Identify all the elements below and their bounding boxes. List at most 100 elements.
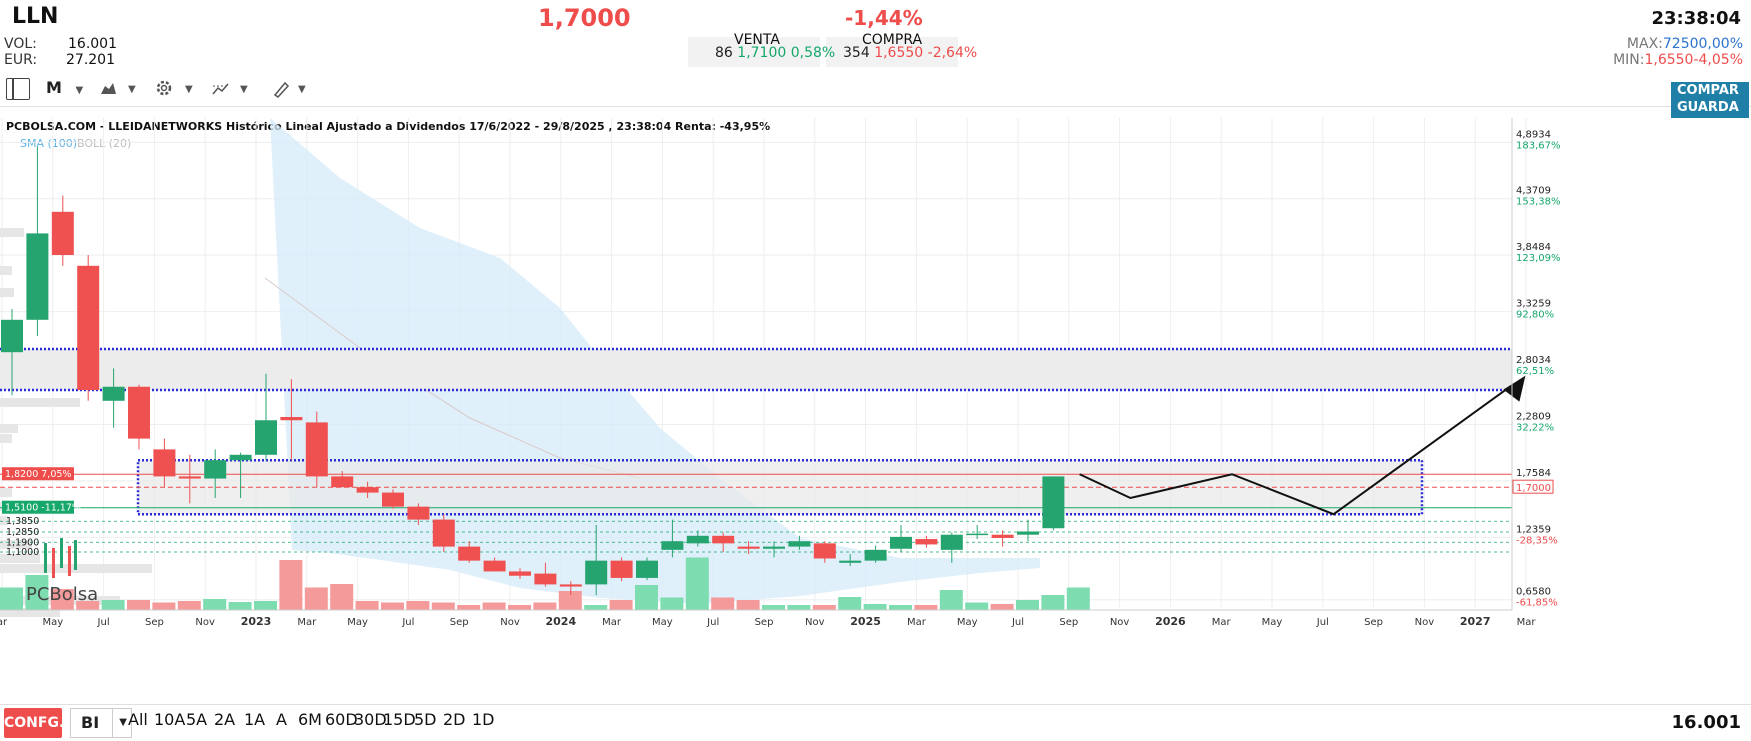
candle-body (229, 454, 252, 461)
volume-bar (127, 600, 150, 610)
y-tick-price: 3,8484 (1516, 242, 1551, 253)
candle-body (788, 541, 811, 547)
volume-bar (508, 605, 531, 610)
range-button-15d[interactable]: 15D (383, 710, 416, 729)
y-tick-price: 3,3259 (1516, 299, 1551, 310)
volume-bar (762, 605, 785, 610)
svg-text:▼: ▼ (185, 84, 193, 95)
candle-body (890, 536, 912, 549)
range-button-a[interactable]: A (276, 710, 287, 729)
volume-bar (939, 590, 963, 610)
range-button-2d[interactable]: 2D (443, 710, 466, 729)
period-value: M (46, 78, 62, 97)
candle-body (966, 533, 989, 536)
range-button-1d[interactable]: 1D (472, 710, 495, 729)
volume-bar (177, 601, 201, 610)
range-button-2a[interactable]: 2A (214, 710, 235, 729)
range-button-5a[interactable]: 5A (186, 710, 207, 729)
y-tick-pct: 153,38% (1516, 197, 1561, 208)
candle-body (356, 487, 379, 493)
volume-bar (533, 602, 557, 610)
bl-value: BI (81, 713, 100, 732)
x-tick-label: May (42, 617, 63, 628)
svg-text:▼: ▼ (128, 84, 136, 95)
price-chart[interactable]: 1,8200 7,05%1,5100 -11,17%1,38501,28501,… (0, 118, 1751, 706)
candle-body (407, 506, 430, 520)
x-tick-label: Sep (1364, 617, 1383, 628)
x-tick-label: 2027 (1460, 615, 1491, 628)
y-tick-price: 1,7584 (1516, 468, 1551, 479)
range-button-5d[interactable]: 5D (414, 710, 437, 729)
range-button-30d[interactable]: 30D (354, 710, 387, 729)
x-tick-label: 2023 (241, 615, 272, 628)
y-tick-pct: 183,67% (1516, 140, 1561, 151)
y-tick-pct: 92,80% (1516, 310, 1554, 321)
pencil-icon: ▼ (273, 81, 306, 98)
candle-body (559, 584, 582, 587)
chart-type-button[interactable]: ▼ (100, 80, 140, 100)
x-tick-label: ar (0, 617, 8, 628)
candle-body (686, 535, 709, 544)
watermark-logo: PCBolsa (26, 584, 98, 605)
candle-body (51, 211, 74, 255)
y-tick-price: 1,2359 (1516, 524, 1551, 535)
range-button-6m[interactable]: 6M (298, 710, 322, 729)
x-tick-label: Sep (755, 617, 774, 628)
range-button-1a[interactable]: 1A (244, 710, 265, 729)
volume-bar (1016, 600, 1039, 610)
min-pct: -4,05% (1693, 52, 1743, 68)
eur-label: EUR: (4, 52, 38, 68)
min-line: MIN:1,6550-4,05% (1613, 52, 1743, 68)
candle-body (305, 422, 328, 477)
indicators-button[interactable]: ▼ (212, 80, 254, 102)
vol-value: 16.001 (68, 36, 117, 52)
volume-bar (279, 560, 303, 610)
volume-bar (965, 602, 989, 610)
bl-select[interactable]: BI ▼ (70, 708, 132, 738)
compra-line: 354 1,6550 -2,64% (843, 45, 977, 61)
x-tick-label: Jul (401, 617, 414, 628)
candle-body (534, 573, 557, 585)
y-tick-price: 0,6580 (1516, 587, 1551, 598)
range-button-10a[interactable]: 10A (154, 710, 185, 729)
watermark-bar (44, 543, 47, 573)
sidebar-toggle-icon[interactable] (6, 78, 30, 100)
volume-bar (457, 605, 481, 610)
compra-qty: 354 (843, 45, 870, 61)
range-button-all[interactable]: All (128, 710, 148, 729)
x-tick-label: Nov (195, 617, 215, 628)
x-tick-label: May (347, 617, 368, 628)
period-select[interactable]: M ▼ (46, 78, 83, 97)
draw-tools-button[interactable]: ▼ (272, 80, 312, 102)
venta-qty: 86 (715, 45, 733, 61)
compare-save-button[interactable]: COMPAR GUARDA (1671, 82, 1749, 118)
watermark-bar (74, 540, 77, 570)
volume-bar (787, 605, 811, 610)
orderbook-depth-bar (0, 488, 12, 497)
y-tick-pct: 32,22% (1516, 422, 1554, 433)
range-button-60d[interactable]: 60D (325, 710, 358, 729)
bottom-divider (0, 704, 1751, 705)
candle-body (280, 417, 303, 421)
svg-text:▼: ▼ (298, 84, 306, 95)
last-price: 1,7000 (538, 4, 631, 32)
candle-body (153, 449, 176, 477)
toolbar-divider (0, 106, 1751, 107)
candle-body (661, 541, 684, 550)
x-tick-label: Jul (1316, 617, 1329, 628)
x-tick-label: Nov (500, 617, 520, 628)
gear-icon: ▼ (156, 80, 193, 96)
candle-body (636, 560, 658, 578)
vol-label: VOL: (4, 36, 37, 52)
x-tick-label: Jul (706, 617, 719, 628)
candle-body (331, 476, 354, 488)
x-tick-label: Jul (1011, 617, 1024, 628)
settings-button[interactable]: ▼ (155, 78, 200, 102)
max-value: 72500,00% (1662, 36, 1743, 52)
candle-body (940, 534, 963, 550)
eur-value: 27.201 (66, 52, 115, 68)
config-button[interactable]: CONFG. (4, 708, 64, 738)
volume-bar (812, 605, 836, 610)
candle-body (915, 539, 938, 545)
volume-bar (1041, 595, 1065, 610)
